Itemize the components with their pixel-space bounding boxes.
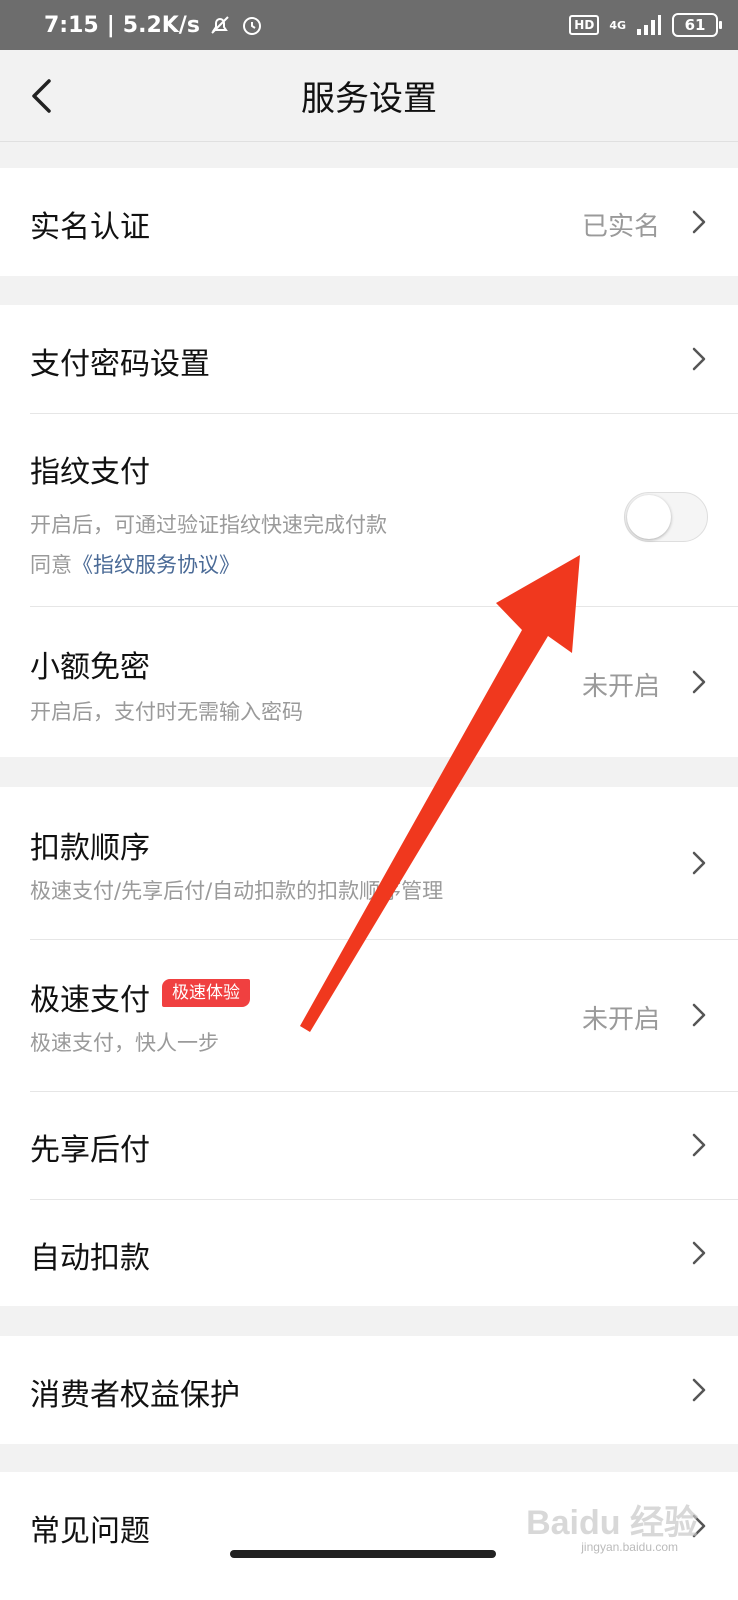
nav-header: 服务设置 (0, 50, 738, 142)
agreement-prefix: 同意 (30, 553, 72, 577)
status-time: 7:15 (44, 12, 99, 38)
chevron-right-icon (692, 1241, 706, 1265)
row-title: 指纹支付 (30, 455, 150, 490)
page-title: 服务设置 (301, 79, 437, 119)
status-divider: | (106, 12, 115, 38)
row-title: 支付密码设置 (30, 347, 210, 382)
back-button[interactable] (22, 76, 62, 116)
row-subtitle: 极速支付/先享后付/自动扣款的扣款顺序管理 (30, 879, 444, 903)
row-pay-password[interactable]: 支付密码设置 (0, 305, 738, 413)
agreement-text: 同意《指纹服务协议》 (30, 549, 240, 579)
home-indicator[interactable] (230, 1550, 496, 1558)
status-bar: 7:15 | 5.2K/s HD 4G 61 (0, 0, 738, 50)
fingerprint-agreement-link[interactable]: 《指纹服务协议》 (72, 553, 240, 577)
section-payment: 支付密码设置 指纹支付 开启后，可通过验证指纹快速完成付款 同意《指纹服务协议》… (0, 305, 738, 757)
row-title: 常见问题 (30, 1514, 150, 1549)
row-subtitle: 极速支付，快人一步 (30, 1031, 219, 1055)
row-title: 消费者权益保护 (30, 1378, 240, 1413)
chevron-right-icon (692, 851, 706, 875)
row-pay-later[interactable]: 先享后付 (0, 1091, 738, 1199)
chevron-right-icon (692, 1378, 706, 1402)
row-value: 未开启 (581, 1005, 660, 1035)
alarm-icon (240, 13, 264, 37)
row-fast-pay[interactable]: 极速支付 极速体验 极速支付，快人一步 未开启 (0, 939, 738, 1091)
battery-icon: 61 (672, 13, 722, 37)
section-consumer: 消费者权益保护 (0, 1336, 738, 1444)
row-value: 未开启 (581, 672, 660, 702)
row-subtitle: 开启后，支付时无需输入密码 (30, 700, 303, 724)
watermark-url: jingyan.baidu.com (581, 1540, 678, 1554)
row-auto-deduct[interactable]: 自动扣款 (0, 1199, 738, 1306)
row-fingerprint: 指纹支付 开启后，可通过验证指纹快速完成付款 同意《指纹服务协议》 (0, 413, 738, 606)
battery-level: 61 (684, 16, 706, 34)
fast-pay-badge: 极速体验 (162, 979, 250, 1007)
row-title: 扣款顺序 (30, 831, 150, 866)
row-small-amount-free[interactable]: 小额免密 开启后，支付时无需输入密码 未开启 (0, 606, 738, 757)
row-deduct-order[interactable]: 扣款顺序 极速支付/先享后付/自动扣款的扣款顺序管理 (0, 787, 738, 939)
row-consumer-rights[interactable]: 消费者权益保护 (0, 1336, 738, 1444)
back-icon (32, 79, 51, 113)
chevron-right-icon (692, 1133, 706, 1157)
chevron-right-icon (692, 670, 706, 694)
baidu-watermark: Baidu 经验 (526, 1504, 698, 1542)
chevron-right-icon (692, 1003, 706, 1027)
silent-bell-icon (208, 13, 232, 37)
network-label: 4G (609, 18, 626, 32)
hd-icon: HD (569, 15, 600, 35)
row-title: 自动扣款 (30, 1241, 150, 1276)
row-title: 小额免密 (30, 650, 150, 685)
row-title: 极速支付 (30, 983, 150, 1018)
status-speed: 5.2K/s (122, 12, 200, 38)
section-deduction: 扣款顺序 极速支付/先享后付/自动扣款的扣款顺序管理 极速支付 极速体验 极速支… (0, 787, 738, 1306)
signal-icon (636, 14, 662, 36)
chevron-right-icon (692, 347, 706, 371)
fingerprint-toggle[interactable] (624, 492, 708, 542)
row-value: 已实名 (581, 212, 660, 242)
chevron-right-icon (692, 210, 706, 234)
row-title: 先享后付 (30, 1133, 150, 1168)
section-identity: 实名认证 已实名 (0, 168, 738, 276)
row-title: 实名认证 (30, 210, 150, 245)
toggle-knob (627, 495, 671, 539)
network-type: 4G (609, 20, 626, 31)
row-real-name[interactable]: 实名认证 已实名 (0, 168, 738, 276)
row-subtitle: 开启后，可通过验证指纹快速完成付款 (30, 513, 387, 537)
